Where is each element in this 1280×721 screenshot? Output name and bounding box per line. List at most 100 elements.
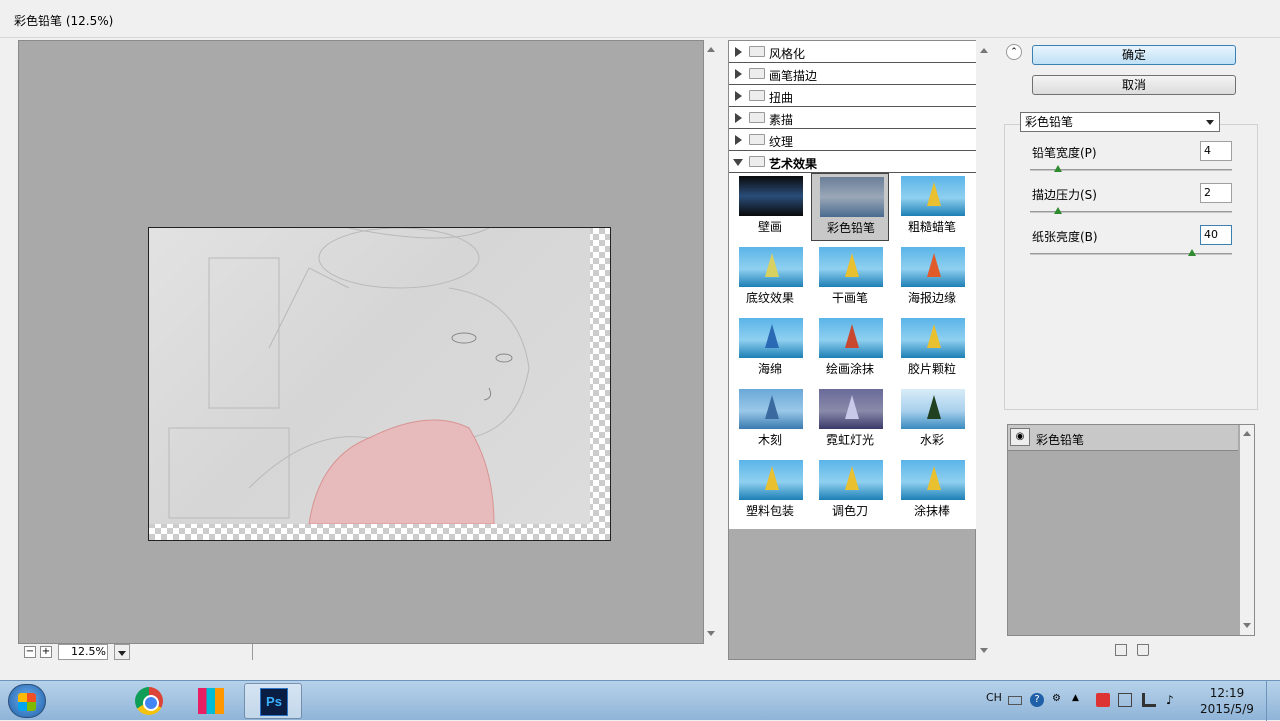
signal-icon[interactable] [1142,693,1156,707]
paper-brightness-slider[interactable] [1030,249,1232,256]
thumbnail-image [901,460,965,500]
sailboat-icon [845,466,859,490]
help-icon[interactable]: ? [1030,693,1044,707]
preview-hscroll[interactable] [252,644,700,660]
filter-settings [1004,124,1258,410]
expand-icon[interactable] [735,113,742,123]
category-stylize[interactable]: 风格化 [729,41,976,63]
sailboat-icon [765,324,779,348]
filter-sponge[interactable]: 海绵 [731,315,809,383]
thumbnail-image [819,460,883,500]
scroll-up-icon[interactable] [980,48,988,53]
slider-knob[interactable] [1187,249,1196,256]
effect-layers-list[interactable]: ◉ 彩色铅笔 [1007,424,1255,636]
slider-knob[interactable] [1054,165,1063,172]
folder-icon [749,134,765,145]
network-warning-icon[interactable] [1096,693,1110,707]
scroll-up-icon[interactable] [707,47,715,52]
filter-watercolor[interactable]: 水彩 [893,386,971,454]
collapse-gallery-icon[interactable]: ⌃ [1006,44,1022,60]
trash-icon[interactable] [1137,644,1149,656]
zoom-field[interactable]: 12.5% [58,644,108,660]
sailboat-icon [927,324,941,348]
scroll-down-icon[interactable] [1243,623,1251,628]
scroll-down-icon[interactable] [980,648,988,653]
stroke-pressure-field[interactable]: 2 [1200,183,1232,203]
preview-image [149,228,590,524]
filter-fresco[interactable]: 壁画 [731,173,809,241]
category-artistic[interactable]: 艺术效果 [729,151,976,173]
filter-smudge-stick[interactable]: 涂抹棒 [893,457,971,525]
ok-button[interactable]: 确定 [1032,45,1236,65]
keyboard-icon[interactable] [1008,696,1022,705]
paper-brightness-field[interactable]: 40 [1200,225,1232,245]
preview-vscroll[interactable] [704,41,718,643]
filter-dry-brush[interactable]: 干画笔 [811,244,889,312]
usb-device-icon[interactable] [1118,693,1132,707]
thumbnail-image [739,389,803,429]
gallery-vscroll[interactable] [977,40,991,660]
volume-icon[interactable]: ♪ [1166,693,1180,707]
scroll-down-icon[interactable] [707,631,715,636]
effect-layer-item[interactable]: ◉ 彩色铅笔 [1008,425,1238,451]
thumbnail-image [901,247,965,287]
filter-poster-edges[interactable]: 海报边缘 [893,244,971,312]
collapse-icon[interactable] [733,159,743,166]
input-language[interactable]: CH [986,691,1002,704]
preview-area[interactable] [18,40,718,644]
filter-palette-knife[interactable]: 调色刀 [811,457,889,525]
new-effect-layer-icon[interactable] [1115,644,1127,656]
taskbar: Ps CH ? ⚙ ▲ ♪ 12:19 2015/5/9 [0,680,1280,721]
scroll-up-icon[interactable] [1243,431,1251,436]
sketch-drawing [168,228,530,524]
zoom-out-button[interactable]: − [24,646,36,658]
taskbar-photoshop[interactable]: Ps [244,683,302,719]
chevron-down-icon [118,651,126,656]
filter-colored-pencil[interactable]: 彩色铅笔 [811,173,889,241]
preview-canvas[interactable] [148,227,611,541]
filter-paint-daubs[interactable]: 绘画涂抹 [811,315,889,383]
filter-film-grain[interactable]: 胶片颗粒 [893,315,971,383]
ime-settings-icon[interactable]: ⚙ [1052,693,1066,707]
cancel-button[interactable]: 取消 [1032,75,1236,95]
system-clock[interactable]: 12:19 2015/5/9 [1196,685,1258,717]
chevron-down-icon [1206,120,1214,125]
filter-plastic-wrap[interactable]: 塑料包装 [731,457,809,525]
thumbnail-image [901,389,965,429]
start-button[interactable] [8,684,46,718]
filter-select[interactable]: 彩色铅笔 [1020,112,1220,132]
category-sketch[interactable]: 素描 [729,107,976,129]
show-desktop-button[interactable] [1266,681,1280,721]
filter-cutout[interactable]: 木刻 [731,386,809,454]
filter-neon-glow[interactable]: 霓虹灯光 [811,386,889,454]
tiles-app-icon [198,688,224,714]
thumbnail-image [739,247,803,287]
sailboat-icon [765,253,779,277]
zoom-dropdown-button[interactable] [114,644,130,660]
category-distort[interactable]: 扭曲 [729,85,976,107]
filter-gallery[interactable]: 风格化 画笔描边 扭曲 素描 纹理 艺术效果 壁画 彩色铅笔 粗糙蜡笔 底纹效果… [728,40,976,660]
thumbnail-image [820,177,884,217]
zoom-in-button[interactable]: + [40,646,52,658]
category-texture[interactable]: 纹理 [729,129,976,151]
taskbar-app-tiles[interactable] [182,683,240,719]
filter-rough-pastels[interactable]: 粗糙蜡笔 [893,173,971,241]
taskbar-chrome[interactable] [120,683,178,719]
sailboat-icon [845,253,859,277]
show-hidden-icons-icon[interactable]: ▲ [1072,693,1086,707]
title-bar: 彩色铅笔 (12.5%) [0,0,1280,38]
stroke-pressure-slider[interactable] [1030,207,1232,214]
filter-underpainting[interactable]: 底纹效果 [731,244,809,312]
layers-vscroll[interactable] [1240,425,1254,635]
pencil-width-field[interactable]: 4 [1200,141,1232,161]
expand-icon[interactable] [735,47,742,57]
clock-time: 12:19 [1209,686,1245,700]
expand-icon[interactable] [735,91,742,101]
expand-icon[interactable] [735,135,742,145]
category-brush-strokes[interactable]: 画笔描边 [729,63,976,85]
slider-knob[interactable] [1054,207,1063,214]
eye-icon[interactable]: ◉ [1010,428,1030,446]
expand-icon[interactable] [735,69,742,79]
sailboat-icon [845,395,859,419]
pencil-width-slider[interactable] [1030,165,1232,172]
